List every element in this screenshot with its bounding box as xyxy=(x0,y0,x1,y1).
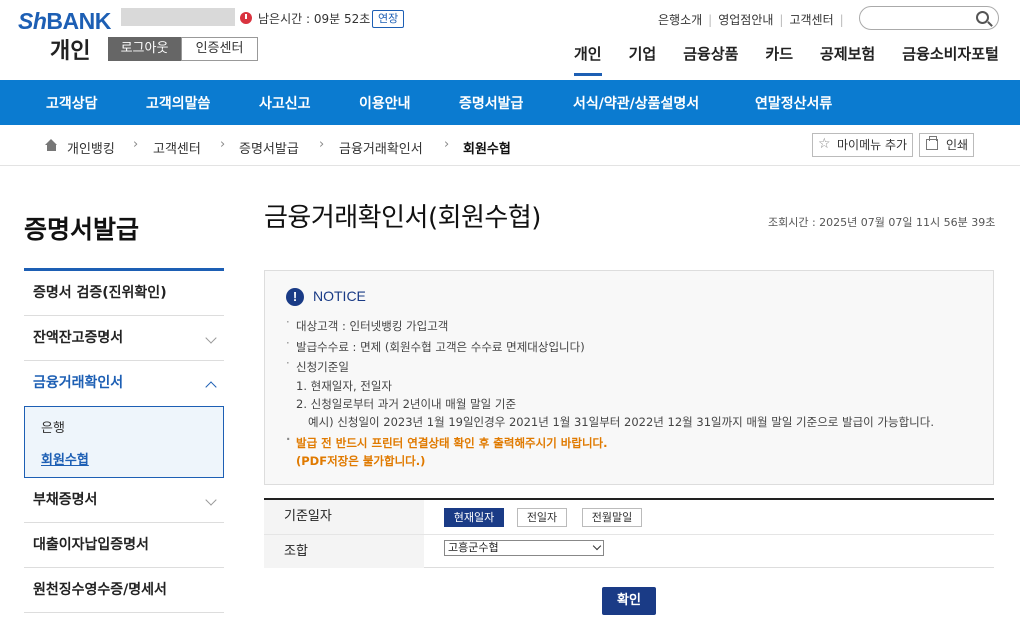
sidebar-item-debt-certificate[interactable]: 부채증명서 xyxy=(24,478,224,523)
logout-button[interactable]: 로그아웃 xyxy=(108,37,181,61)
union-select[interactable]: 고흥군수협 xyxy=(444,540,604,556)
printer-icon xyxy=(926,136,938,150)
chevron-right-icon: › xyxy=(133,137,139,152)
base-date-yesterday-button[interactable]: 전일자 xyxy=(517,508,567,527)
notice-warning-text: 발급 전 반드시 프린터 연결상태 확인 후 출력해주시기 바랍니다. xyxy=(296,436,608,450)
util-divider: | xyxy=(839,13,844,27)
notice-warning: (PDF저장은 불가합니다.) xyxy=(296,454,426,468)
base-date-today-button[interactable]: 현재일자 xyxy=(444,508,504,527)
chevron-right-icon: › xyxy=(319,137,325,152)
sidebar-title: 증명서발급 xyxy=(24,215,140,244)
logo-bank-text: BANK xyxy=(46,8,111,34)
nav-item-consultation[interactable]: 고객상담 xyxy=(46,93,98,113)
util-divider: | xyxy=(708,13,713,27)
clock-icon xyxy=(240,12,252,24)
notice-line: 예시) 신청일이 2023년 1월 19일인경우 2021년 1월 31일부터 … xyxy=(308,415,934,429)
main-nav-bar: 고객상담 고객의말씀 사고신고 이용안내 증명서발급 서식/약관/상품설명서 연… xyxy=(0,80,1020,125)
notice-line-text: 대상고객 : 인터넷뱅킹 가입고객 xyxy=(296,319,449,333)
breadcrumb-certificates[interactable]: 증명서발급 xyxy=(239,138,299,157)
view-timestamp: 조회시간 : 2025년 07월 07일 11시 56분 39초 xyxy=(768,216,996,229)
util-link-branches[interactable]: 영업점안내 xyxy=(718,13,773,27)
page-title: 금융거래확인서(회원수협) xyxy=(264,203,541,233)
sidebar-item-loan-interest[interactable]: 대출이자납입증명서 xyxy=(24,523,224,568)
sidebar-item-financial-confirmation[interactable]: 금융거래확인서 xyxy=(24,361,224,406)
sidebar-item-verify[interactable]: 증명서 검증(진위확인) xyxy=(24,271,224,316)
search-icon[interactable] xyxy=(976,11,989,24)
util-divider: | xyxy=(779,13,784,27)
notice-box: ! NOTICE 대상고객 : 인터넷뱅킹 가입고객 발급수수료 : 면제 (회… xyxy=(264,270,994,485)
notice-line-text: 신청기준일 xyxy=(296,360,349,374)
site-title: 개인 xyxy=(50,39,91,64)
form-row-union: 조합 고흥군수협 xyxy=(264,534,994,568)
form-label-union: 조합 xyxy=(264,535,424,568)
session-extend-button[interactable]: 연장 xyxy=(372,10,405,28)
sidebar-item-label: 부채증명서 xyxy=(33,492,98,508)
sidebar-item-balance-certificate[interactable]: 잔액잔고증명서 xyxy=(24,316,224,361)
gnb-item-card[interactable]: 카드 xyxy=(765,43,793,64)
chevron-down-icon xyxy=(205,494,217,506)
chevron-down-icon xyxy=(205,332,217,344)
home-icon[interactable] xyxy=(45,139,58,151)
gnb-item-consumer-portal[interactable]: 금융소비자포털 xyxy=(902,43,999,64)
confirm-button[interactable]: 확인 xyxy=(602,587,656,615)
search-input[interactable] xyxy=(859,6,999,30)
sidebar-item-withholding[interactable]: 원천징수영수증/명세서 xyxy=(24,568,224,613)
session-timer: 남은시간 : 09분 52초 xyxy=(258,12,371,26)
notice-line: 신청기준일 xyxy=(286,356,349,375)
nav-item-incident-report[interactable]: 사고신고 xyxy=(259,93,311,113)
sidebar-item-label: 잔액잔고증명서 xyxy=(33,330,124,346)
submenu-item-bank[interactable]: 은행 xyxy=(41,417,65,436)
masked-username xyxy=(121,8,235,26)
base-date-month-end-button[interactable]: 전월말일 xyxy=(582,508,642,527)
form-row-base-date: 기준일자 현재일자 전일자 전월말일 xyxy=(264,500,994,534)
union-select-value: 고흥군수협 xyxy=(448,541,499,554)
gnb-item-insurance[interactable]: 공제보험 xyxy=(820,43,875,64)
breadcrumb-financial-confirmation[interactable]: 금융거래확인서 xyxy=(339,138,423,157)
gnb-item-products[interactable]: 금융상품 xyxy=(683,43,738,64)
global-nav: 개인 기업 금융상품 카드 공제보험 금융소비자포털 xyxy=(574,43,999,76)
gnb-item-personal[interactable]: 개인 xyxy=(574,43,602,76)
notice-line: 2. 신청일로부터 과거 2년이내 매월 말일 기준 xyxy=(296,397,517,411)
notice-line-text: 발급수수료 : 면제 (회원수협 고객은 수수료 면제대상입니다) xyxy=(296,340,585,354)
gnb-item-business[interactable]: 기업 xyxy=(629,43,657,64)
breadcrumb-personal-banking[interactable]: 개인뱅킹 xyxy=(67,138,115,157)
cert-center-button[interactable]: 인증센터 xyxy=(181,37,258,61)
shbank-logo[interactable]: ShBANK xyxy=(18,8,111,35)
submenu-item-member-suhyup[interactable]: 회원수협 xyxy=(41,449,89,468)
breadcrumb-current: 회원수협 xyxy=(463,142,511,157)
star-icon: ☆ xyxy=(818,136,831,152)
chevron-right-icon: › xyxy=(220,137,226,152)
nav-item-forms-terms[interactable]: 서식/약관/상품설명서 xyxy=(573,93,699,113)
chevron-up-icon xyxy=(205,381,217,393)
notice-line: 대상고객 : 인터넷뱅킹 가입고객 xyxy=(286,315,449,334)
util-link-support[interactable]: 고객센터 xyxy=(789,13,833,27)
logo-sh-text: Sh xyxy=(18,8,47,34)
sidebar-item-label: 금융거래확인서 xyxy=(33,375,124,391)
form-label-base-date: 기준일자 xyxy=(264,500,424,534)
notice-title: NOTICE xyxy=(313,288,366,304)
util-link-about[interactable]: 은행소개 xyxy=(658,13,702,27)
exclamation-icon: ! xyxy=(286,288,304,306)
sidebar-item-label: 증명서 검증(진위확인) xyxy=(33,285,167,301)
notice-line: 1. 현재일자, 전일자 xyxy=(296,379,392,393)
sidebar-submenu: 은행 회원수협 xyxy=(24,406,224,478)
sidebar-item-label: 대출이자납입증명서 xyxy=(33,537,149,553)
request-form: 기준일자 현재일자 전일자 전월말일 조합 고흥군수협 xyxy=(264,498,994,568)
chevron-down-icon xyxy=(592,541,602,551)
notice-warning: 발급 전 반드시 프린터 연결상태 확인 후 출력해주시기 바랍니다. xyxy=(286,432,608,451)
util-links: 은행소개 | 영업점안내 | 고객센터 | xyxy=(658,11,850,28)
sidebar-item-label: 원천징수영수증/명세서 xyxy=(33,582,167,598)
notice-line: 발급수수료 : 면제 (회원수협 고객은 수수료 면제대상입니다) xyxy=(286,336,585,355)
chevron-right-icon: › xyxy=(444,137,450,152)
nav-item-guide[interactable]: 이용안내 xyxy=(359,93,411,113)
nav-item-tax-documents[interactable]: 연말정산서류 xyxy=(755,93,832,113)
nav-item-certificates[interactable]: 증명서발급 xyxy=(459,93,523,113)
nav-item-voice[interactable]: 고객의말씀 xyxy=(146,93,210,113)
breadcrumb-customer-center[interactable]: 고객센터 xyxy=(153,138,201,157)
